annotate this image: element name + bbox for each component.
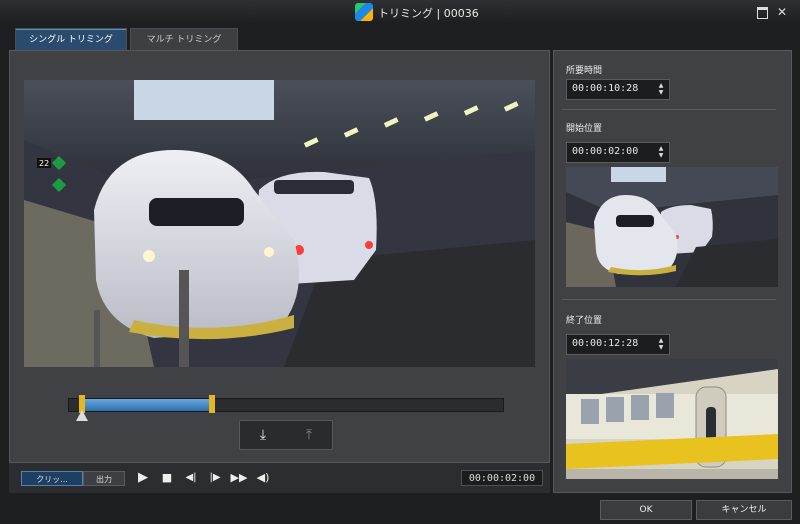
next-frame-icon[interactable]: |▶ (206, 469, 224, 487)
window-title: トリミング | 00036 (378, 7, 479, 20)
start-frame-thumbnail (566, 167, 778, 287)
prev-frame-icon[interactable]: ◀| (182, 469, 200, 487)
video-preview: 22 (24, 80, 535, 367)
spinner-icon[interactable]: ▲ ▼ (655, 337, 667, 352)
trim-selection (82, 399, 213, 411)
duration-field[interactable]: 00:00:10:28 ▲ ▼ (566, 79, 670, 100)
end-position-field[interactable]: 00:00:12:28 ▲ ▼ (566, 334, 670, 355)
trim-timeline[interactable] (68, 395, 504, 413)
ok-button[interactable]: OK (600, 500, 692, 520)
playhead-marker[interactable] (76, 410, 89, 421)
spinner-icon[interactable]: ▲ ▼ (655, 82, 667, 97)
output-mode-toggle[interactable]: 出力 (83, 471, 125, 486)
fast-forward-icon[interactable]: ▶▶ (230, 469, 248, 487)
start-position-label: 開始位置 (566, 124, 603, 134)
tab-single-trim[interactable]: シングル トリミング (15, 28, 127, 50)
trim-button-group: ⤓ ⤒ (239, 420, 333, 450)
duration-value: 00:00:10:28 (572, 83, 639, 94)
end-position-label: 終了位置 (566, 316, 603, 326)
stop-icon[interactable]: ■ (158, 469, 176, 487)
start-position-field[interactable]: 00:00:02:00 ▲ ▼ (566, 142, 670, 163)
divider (562, 299, 776, 300)
set-start-button[interactable]: ⤓ (240, 421, 286, 449)
set-end-button[interactable]: ⤒ (286, 421, 332, 449)
volume-icon[interactable]: ◀) (254, 469, 272, 487)
maximize-icon[interactable] (754, 4, 770, 20)
start-position-value: 00:00:02:00 (572, 146, 639, 157)
end-position-value: 00:00:12:28 (572, 338, 639, 349)
end-frame-thumbnail (566, 359, 778, 479)
spinner-icon[interactable]: ▲ ▼ (655, 145, 667, 160)
divider (562, 109, 776, 110)
title-bar: トリミング | 00036 ✕ (0, 0, 800, 24)
current-timecode: 00:00:02:00 (461, 470, 543, 486)
app-icon (355, 3, 373, 21)
trim-end-handle[interactable] (209, 395, 216, 413)
duration-label: 所要時間 (566, 66, 603, 76)
playback-controls: クリッ... 出力 ▶ ■ ◀| |▶ ▶▶ ◀) 00:00:02:00 (9, 462, 550, 493)
close-icon[interactable]: ✕ (774, 4, 790, 20)
svg-text:22: 22 (39, 159, 49, 168)
cancel-button[interactable]: キャンセル (696, 500, 792, 520)
play-icon[interactable]: ▶ (134, 469, 152, 487)
clip-mode-toggle[interactable]: クリッ... (21, 471, 83, 486)
tab-multi-trim[interactable]: マルチ トリミング (130, 28, 238, 50)
